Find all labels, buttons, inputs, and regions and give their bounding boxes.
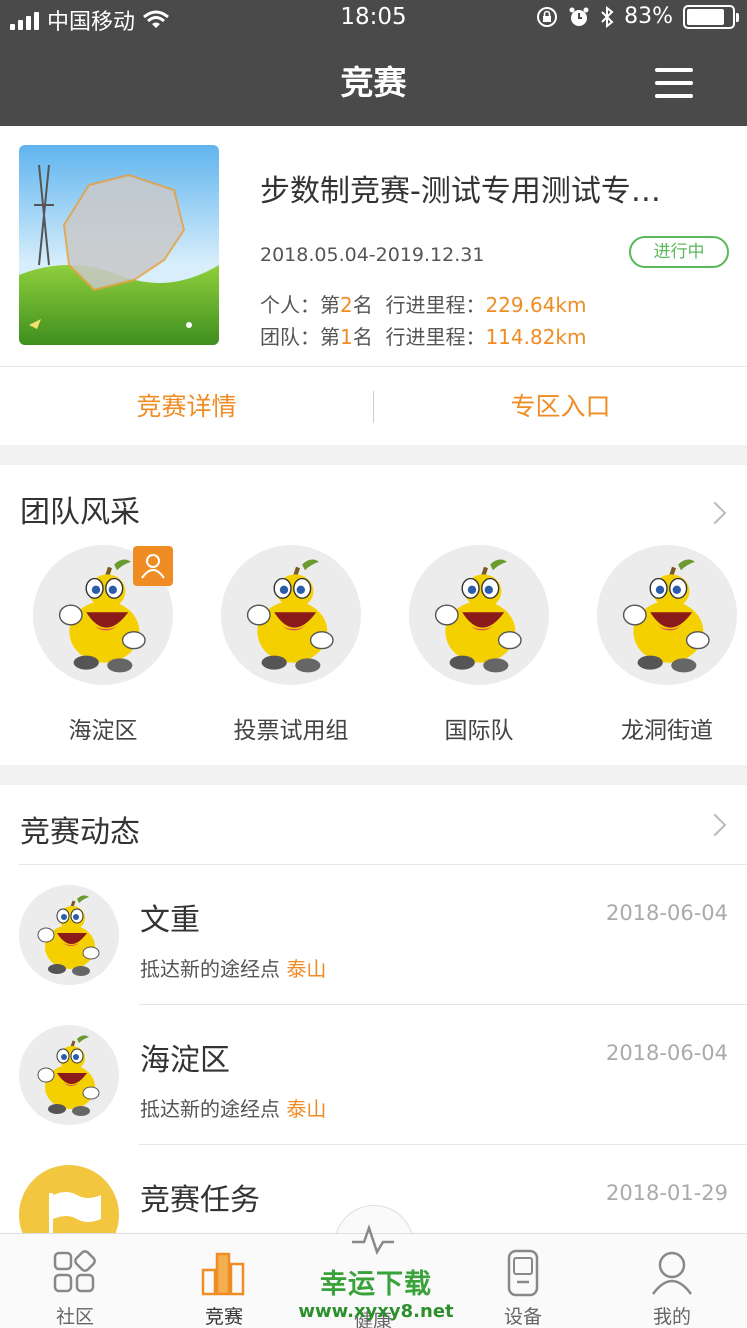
tab-competition[interactable]: 竞赛 bbox=[149, 1234, 299, 1328]
competition-page: 中国移动 18:05 83% 竞赛 步数制竞赛-测试专用测试专… 2018.05… bbox=[0, 0, 747, 1328]
top-bar: 中国移动 18:05 83% 竞赛 bbox=[0, 0, 747, 126]
competition-details-button[interactable]: 竞赛详情 bbox=[0, 367, 373, 446]
battery-icon bbox=[683, 4, 739, 29]
zone-entry-button[interactable]: 专区入口 bbox=[374, 367, 747, 446]
competition-date-range: 2018.05.04-2019.12.31 bbox=[260, 244, 485, 266]
tab-label: 设备 bbox=[503, 1306, 542, 1328]
competition-thumbnail bbox=[19, 145, 219, 345]
watermark: 幸运下载 www.xyxy8.net bbox=[296, 1262, 456, 1322]
chevron-right-icon[interactable] bbox=[703, 813, 727, 837]
flag-icon bbox=[19, 1165, 119, 1233]
team-member[interactable]: 龙洞街道 bbox=[597, 545, 737, 745]
team-name: 投票试用组 bbox=[233, 718, 349, 744]
tab-device[interactable]: 设备 bbox=[448, 1234, 598, 1328]
battery-percent: 83% bbox=[624, 4, 673, 29]
tab-profile[interactable]: 我的 bbox=[597, 1234, 747, 1328]
tab-label: 我的 bbox=[652, 1306, 691, 1328]
team-avatar bbox=[409, 545, 549, 685]
alarm-icon bbox=[569, 7, 589, 26]
rotation-lock-icon bbox=[537, 6, 558, 27]
feed-description: 抵达新的途经点 泰山 bbox=[140, 1097, 327, 1121]
device-icon bbox=[507, 1249, 539, 1297]
personal-rank: 个人：第2名 行进里程：229.64km bbox=[260, 293, 587, 317]
my-team-person-icon bbox=[133, 546, 173, 586]
watermark-url: www.xyxy8.net bbox=[298, 1301, 454, 1322]
status-badge: 进行中 bbox=[629, 236, 729, 268]
status-bar: 中国移动 18:05 83% bbox=[0, 0, 747, 38]
team-name: 国际队 bbox=[444, 718, 514, 744]
team-member[interactable]: 投票试用组 bbox=[221, 545, 361, 745]
competition-actions: 竞赛详情 专区入口 bbox=[0, 366, 747, 445]
team-avatar bbox=[597, 545, 737, 685]
profile-icon bbox=[651, 1251, 693, 1295]
hamburger-menu-icon[interactable] bbox=[655, 68, 693, 98]
feed-avatar bbox=[19, 1025, 119, 1125]
tab-label: 社区 bbox=[55, 1306, 94, 1328]
competition-title[interactable]: 步数制竞赛-测试专用测试专… bbox=[260, 166, 710, 210]
feed-section-title: 竞赛动态 bbox=[20, 815, 140, 850]
team-avatar bbox=[221, 545, 361, 685]
community-icon bbox=[53, 1250, 96, 1293]
bluetooth-icon bbox=[601, 5, 614, 28]
feed-item[interactable]: 海淀区 2018-06-04 抵达新的途经点 泰山 bbox=[0, 1005, 747, 1145]
health-icon bbox=[352, 1224, 394, 1255]
watermark-title: 幸运下载 bbox=[320, 1269, 432, 1300]
team-name: 海淀区 bbox=[68, 718, 138, 744]
team-section: 团队风采 海淀区 投票试用组 国际队 龙洞街道 bbox=[0, 465, 747, 765]
feed-date: 2018-06-04 bbox=[605, 1041, 728, 1065]
feed-item[interactable]: 文重 2018-06-04 抵达新的途经点 泰山 bbox=[0, 865, 747, 1005]
feed-section: 竞赛动态 文重 2018-06-04 抵达新的途经点 泰山 海淀区 2018-0… bbox=[0, 785, 747, 1233]
competition-card[interactable]: 步数制竞赛-测试专用测试专… 2018.05.04-2019.12.31 进行中… bbox=[0, 126, 747, 366]
chevron-right-icon[interactable] bbox=[703, 501, 727, 525]
team-section-title: 团队风采 bbox=[20, 495, 140, 530]
feed-description: 抵达新的途经点 泰山 bbox=[140, 957, 327, 981]
team-rank: 团队：第1名 行进里程：114.82km bbox=[260, 325, 587, 349]
feed-avatar bbox=[19, 885, 119, 985]
team-name: 龙洞街道 bbox=[621, 718, 713, 744]
feed-name: 竞赛任务 bbox=[140, 1183, 260, 1218]
tab-community[interactable]: 社区 bbox=[0, 1234, 150, 1328]
tab-label: 竞赛 bbox=[204, 1306, 243, 1328]
page-title: 竞赛 bbox=[340, 63, 407, 102]
battery-level-fill bbox=[687, 8, 724, 25]
team-member[interactable]: 国际队 bbox=[409, 545, 549, 745]
feed-name: 文重 bbox=[140, 903, 200, 938]
feed-name: 海淀区 bbox=[140, 1043, 230, 1078]
competition-icon bbox=[201, 1252, 245, 1296]
feed-date: 2018-06-04 bbox=[605, 901, 728, 925]
feed-date: 2018-01-29 bbox=[605, 1181, 728, 1205]
